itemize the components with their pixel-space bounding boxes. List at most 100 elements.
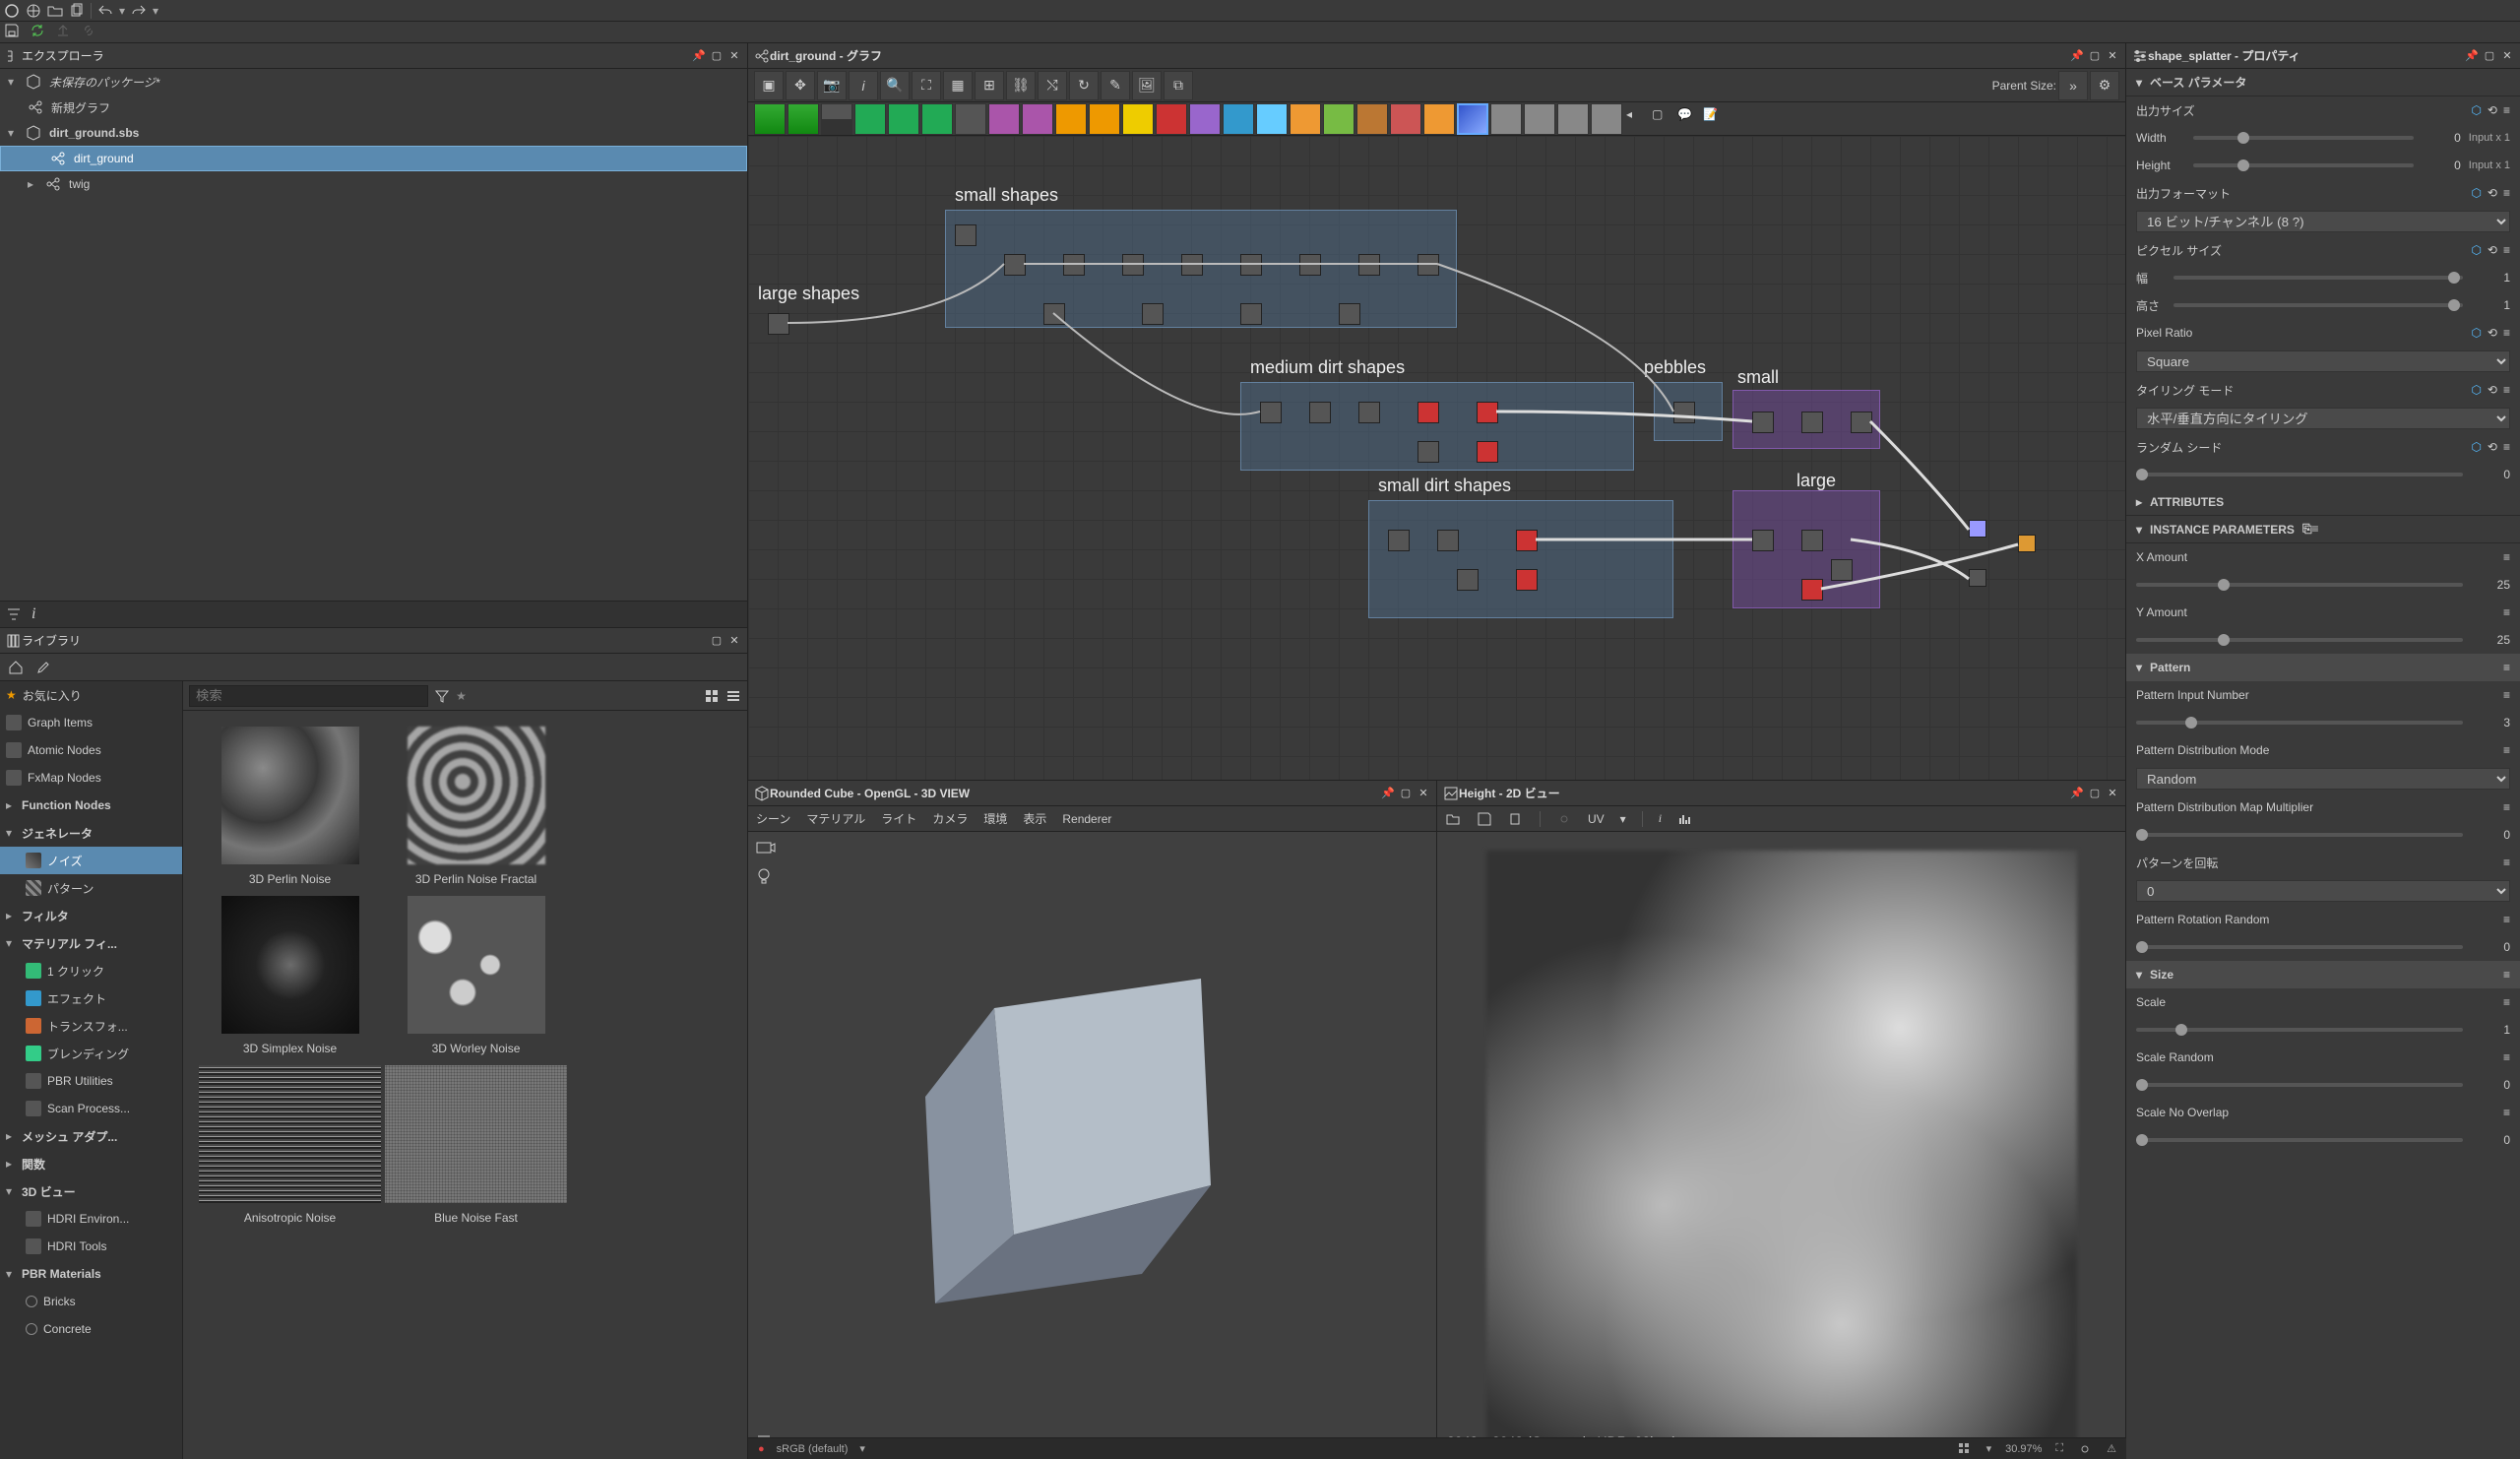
graph-node[interactable] xyxy=(1673,402,1695,423)
graph-node[interactable] xyxy=(1516,569,1538,591)
node-btn[interactable] xyxy=(1189,103,1221,135)
copy-icon[interactable] xyxy=(1508,811,1524,827)
expand-btn[interactable]: ▢ xyxy=(1652,107,1675,131)
close-icon[interactable]: ✕ xyxy=(2106,49,2119,63)
upload-icon[interactable] xyxy=(55,23,71,41)
graph-node[interactable] xyxy=(1142,303,1164,325)
uv-label[interactable]: UV xyxy=(1588,812,1605,826)
graph-node[interactable] xyxy=(1418,402,1439,423)
lib-item-aniso[interactable]: Anisotropic Noise xyxy=(199,1065,381,1225)
tiling-select[interactable]: 水平/垂直方向にタイリング xyxy=(2136,408,2510,429)
menu-icon[interactable]: ≡ xyxy=(2503,688,2510,702)
close-icon[interactable]: ✕ xyxy=(2106,787,2119,800)
cat-filter[interactable]: ▸フィルタ xyxy=(0,902,182,929)
image-tool[interactable]: 🖼 xyxy=(1132,71,1162,100)
graph-node[interactable] xyxy=(1831,559,1853,581)
node-btn[interactable] xyxy=(1156,103,1187,135)
px-width-slider[interactable] xyxy=(2174,276,2463,280)
align-tool[interactable]: ⊞ xyxy=(975,71,1004,100)
reset-icon[interactable]: ⟲ xyxy=(2488,440,2497,454)
menu-icon[interactable]: ≡ xyxy=(2503,913,2510,926)
grid-icon[interactable] xyxy=(1957,1441,1973,1457)
xamount-slider[interactable] xyxy=(2136,583,2463,587)
cat-matfx[interactable]: ▾マテリアル フィ... xyxy=(0,929,182,957)
link-active-icon[interactable]: ⬡ xyxy=(2471,103,2481,117)
cat-concrete[interactable]: Concrete xyxy=(0,1315,182,1343)
tree-newgraph[interactable]: 新規グラフ xyxy=(0,95,747,120)
link-active-icon[interactable]: ⬡ xyxy=(2471,243,2481,257)
graph-node[interactable] xyxy=(1063,254,1085,276)
link-tool[interactable]: ⛓ xyxy=(1006,71,1036,100)
light-icon[interactable] xyxy=(756,867,772,890)
node-btn[interactable] xyxy=(988,103,1020,135)
node-btn[interactable] xyxy=(1290,103,1321,135)
graph-node[interactable] xyxy=(1969,520,1986,538)
close-icon[interactable]: ✕ xyxy=(727,634,741,648)
graph-node[interactable] xyxy=(1801,579,1823,601)
graph-node[interactable] xyxy=(768,313,789,335)
format-select[interactable]: 16 ビット/チャンネル (8 ?) xyxy=(2136,211,2510,232)
lib-item-worley[interactable]: 3D Worley Noise xyxy=(385,896,567,1055)
pattern-mult-slider[interactable] xyxy=(2136,833,2463,837)
filter-icon[interactable] xyxy=(434,688,450,704)
cat-noise[interactable]: ノイズ xyxy=(0,847,182,874)
link-active-icon[interactable]: ⬡ xyxy=(2471,383,2481,397)
pattern-rot-rand-slider[interactable] xyxy=(2136,945,2463,949)
library-search-input[interactable] xyxy=(189,685,428,707)
cat-atomic[interactable]: Atomic Nodes xyxy=(0,736,182,764)
group-tool[interactable]: ▦ xyxy=(943,71,973,100)
menu-icon[interactable]: ≡ xyxy=(2503,440,2510,454)
graph-node[interactable] xyxy=(1240,303,1262,325)
reset-icon[interactable]: ⟲ xyxy=(2488,326,2497,340)
copy-icon[interactable] xyxy=(69,3,85,19)
menu-icon[interactable]: ≡ xyxy=(2503,661,2510,674)
node-btn[interactable] xyxy=(1089,103,1120,135)
caret-icon[interactable]: ▾ xyxy=(8,126,18,140)
graph-node[interactable] xyxy=(1851,412,1872,433)
graph-node[interactable] xyxy=(1240,254,1262,276)
node-btn[interactable] xyxy=(821,103,852,135)
group-size[interactable]: ▾Size≡ xyxy=(2126,961,2520,988)
cat-hdrienv[interactable]: HDRI Environ... xyxy=(0,1205,182,1233)
maximize-icon[interactable]: ▢ xyxy=(2088,49,2102,63)
info-icon[interactable]: i xyxy=(32,605,35,623)
close-icon[interactable]: ✕ xyxy=(1417,787,1430,800)
menu-icon[interactable]: ≡ xyxy=(2503,800,2510,814)
node-btn[interactable] xyxy=(888,103,919,135)
view3d-viewport[interactable] xyxy=(748,832,1436,1459)
menu-light[interactable]: ライト xyxy=(881,810,916,827)
tree-package[interactable]: ▾ 未保存のパッケージ* xyxy=(0,69,747,95)
reset-icon[interactable]: ⟲ xyxy=(2488,383,2497,397)
move-tool[interactable]: ✥ xyxy=(786,71,815,100)
edit-tool[interactable]: ✎ xyxy=(1101,71,1130,100)
folder-open-icon[interactable] xyxy=(47,3,63,19)
link-icon[interactable] xyxy=(1556,811,1572,827)
list-view-icon[interactable] xyxy=(725,688,741,704)
select-tool[interactable]: ▣ xyxy=(754,71,784,100)
dropdown-icon[interactable]: ▾ xyxy=(1986,1442,1992,1455)
view2d-viewport[interactable]: 2048 x 2048 (Grayscale HDR, 32bpc) xyxy=(1437,832,2125,1459)
graph-node[interactable] xyxy=(1801,412,1823,433)
pin-icon[interactable]: 📌 xyxy=(2070,49,2084,63)
node-btn[interactable] xyxy=(1323,103,1354,135)
node-btn[interactable] xyxy=(754,103,786,135)
node-btn[interactable] xyxy=(1390,103,1421,135)
menu-env[interactable]: 環境 xyxy=(983,810,1007,827)
tree-twig[interactable]: ▸ twig xyxy=(0,171,747,197)
refresh-icon[interactable] xyxy=(30,23,45,41)
camera-icon[interactable] xyxy=(756,840,776,858)
menu-camera[interactable]: カメラ xyxy=(932,810,968,827)
node-btn[interactable] xyxy=(1122,103,1154,135)
camera-tool[interactable]: 📷 xyxy=(817,71,847,100)
crop-tool[interactable]: ⧉ xyxy=(1164,71,1193,100)
home-icon[interactable] xyxy=(8,660,24,675)
cat-meshadapt[interactable]: ▸メッシュ アダプ... xyxy=(0,1122,182,1150)
yamount-slider[interactable] xyxy=(2136,638,2463,642)
node-btn[interactable] xyxy=(1223,103,1254,135)
graph-node[interactable] xyxy=(1299,254,1321,276)
node-btn[interactable] xyxy=(1055,103,1087,135)
height-slider[interactable] xyxy=(2193,163,2414,167)
cat-oneclick[interactable]: 1 クリック xyxy=(0,957,182,984)
srgb-label[interactable]: sRGB (default) xyxy=(777,1443,849,1455)
graph-node[interactable] xyxy=(1437,530,1459,551)
